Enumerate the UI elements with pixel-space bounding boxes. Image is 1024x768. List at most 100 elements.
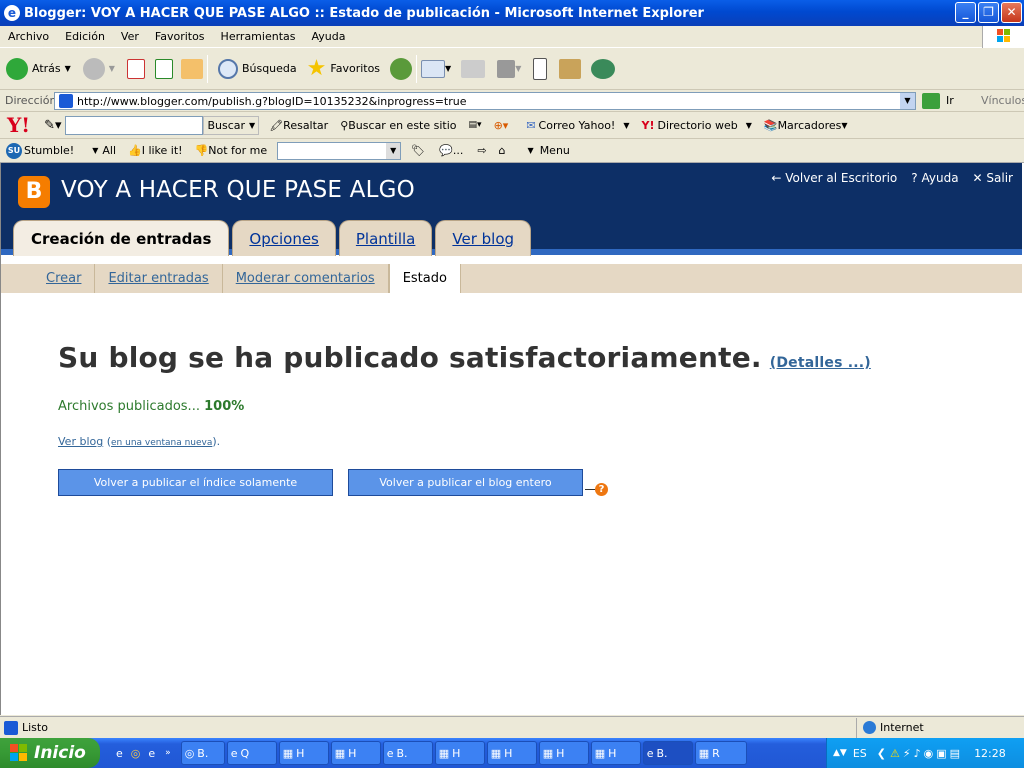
menu-edicion[interactable]: Edición (57, 30, 113, 43)
task-item-active[interactable]: e B. (642, 741, 693, 765)
home-icon[interactable] (180, 58, 203, 79)
windows-flag-icon (10, 744, 27, 761)
help-link[interactable]: ? Ayuda (911, 171, 958, 185)
yahoo-search-button[interactable]: Buscar ▼ (203, 115, 260, 135)
yahoo-mail-button[interactable]: Correo Yahoo! (539, 119, 616, 132)
like-button[interactable]: I like it! (142, 144, 183, 157)
address-input[interactable]: http://www.blogger.com/publish.g?blogID=… (54, 92, 916, 110)
print-icon[interactable] (461, 59, 486, 78)
envelope-icon: ✉ (526, 118, 536, 132)
clock[interactable]: 12:28 (974, 747, 1006, 760)
site-search-button[interactable]: Buscar en este sitio (348, 119, 456, 132)
forward-button[interactable]: ▼ (82, 57, 115, 80)
task-item[interactable]: ▦ H (590, 741, 641, 765)
task-item[interactable]: ▦ R (694, 741, 747, 765)
refresh-icon[interactable] (154, 58, 173, 79)
contacts-icon[interactable] (591, 58, 616, 79)
republish-all-button[interactable]: Volver a publicar el blog entero (348, 469, 583, 496)
tab-view-blog[interactable]: Ver blog (435, 220, 532, 256)
antispy-icon[interactable]: ⊕▾ (494, 119, 509, 132)
subnav-crear[interactable]: Crear (33, 264, 96, 293)
directory-button[interactable]: Directorio web (657, 119, 737, 132)
menu-button[interactable]: Menu (540, 144, 570, 157)
page-status-icon (4, 720, 18, 735)
maximize-button[interactable]: ❐ (978, 2, 999, 23)
tab-template[interactable]: Plantilla (338, 220, 433, 256)
tag-select[interactable]: ▼ (277, 141, 402, 160)
messenger-icon[interactable] (533, 57, 548, 80)
history-icon[interactable] (390, 57, 413, 80)
address-dropdown-icon[interactable]: ▼ (900, 93, 915, 109)
subnav-moderar[interactable]: Moderar comentarios (223, 264, 389, 293)
task-item[interactable]: ▦ H (538, 741, 589, 765)
new-window-link[interactable]: en una ventana nueva (111, 438, 212, 448)
tray-network-icon[interactable]: ⚡ (903, 747, 911, 760)
details-link[interactable]: (Detalles ...) (770, 355, 871, 371)
back-button[interactable]: Atrás ▼ (6, 57, 71, 80)
task-item[interactable]: ▦ H (278, 741, 329, 765)
search-button[interactable]: Búsqueda (217, 58, 297, 79)
quicklaunch-more-icon[interactable]: » (165, 748, 171, 758)
subnav-estado[interactable]: Estado (388, 264, 461, 293)
task-item[interactable]: ▦ H (434, 741, 485, 765)
star-icon: ★ (306, 56, 327, 81)
send-icon[interactable]: ⇨ (477, 144, 486, 157)
tray-scroll-icon[interactable]: ▲▼ (833, 748, 847, 758)
stumble-button[interactable]: Stumble! (24, 144, 74, 157)
warning-icon[interactable]: ⚠ (890, 747, 900, 760)
tray-arrow-icon[interactable]: ❮ (877, 747, 886, 760)
stop-icon[interactable] (126, 58, 145, 79)
favorites-button[interactable]: ★ Favoritos (307, 56, 380, 81)
task-item[interactable]: e B. (382, 741, 433, 765)
quicklaunch-clock-icon[interactable]: ◎ (131, 747, 141, 760)
go-button[interactable]: Ir (922, 92, 954, 109)
signout-link[interactable]: ✕ Salir (973, 171, 1013, 185)
tab-settings[interactable]: Opciones (232, 220, 336, 256)
form-icon[interactable]: ▤▾ (469, 120, 482, 130)
tag-icon[interactable]: 🏷 (411, 144, 425, 157)
quicklaunch-ie-icon[interactable]: e (116, 747, 123, 760)
tray-app-icon[interactable]: ▣ (936, 747, 946, 760)
yahoo-search-input[interactable] (65, 115, 204, 135)
mail-icon[interactable] (421, 59, 446, 78)
tray-antivirus-icon[interactable]: ◉ (924, 747, 934, 760)
yahoo-logo-icon[interactable]: Y! (7, 113, 30, 137)
task-item[interactable]: eQ (226, 741, 277, 765)
task-item[interactable]: ▦ H (330, 741, 381, 765)
tab-posting[interactable]: Creación de entradas (13, 220, 230, 256)
pencil-icon[interactable]: ✎▾ (44, 118, 61, 133)
blogger-logo-icon[interactable]: B (18, 176, 50, 208)
close-button[interactable]: ✕ (1001, 2, 1022, 23)
address-bar: Dirección http://www.blogger.com/publish… (0, 90, 1024, 112)
task-item[interactable]: ◎ B. (180, 741, 225, 765)
quicklaunch-ie2-icon[interactable]: e (148, 747, 155, 760)
comment-icon[interactable]: 💬 (439, 144, 453, 157)
ie-window: e Blogger: VOY A HACER QUE PASE ALGO :: … (0, 0, 1024, 768)
back-to-dashboard-link[interactable]: ← Volver al Escritorio (771, 171, 897, 185)
ie-icon: e (4, 5, 20, 21)
yahoo-toolbar: Y! ✎▾ Buscar ▼ 🖍 Resaltar ⚲ Buscar en este … (0, 112, 1024, 139)
menu-ver[interactable]: Ver (113, 30, 147, 43)
minimize-button[interactable]: _ (955, 2, 976, 23)
view-blog-link[interactable]: Ver blog (58, 435, 103, 448)
tray-volume-icon[interactable]: ♪ (914, 747, 921, 760)
language-indicator[interactable]: ES (853, 747, 867, 760)
edit-icon[interactable] (497, 59, 516, 78)
links-label[interactable]: Vínculos (981, 94, 1024, 107)
subnav-editar[interactable]: Editar entradas (95, 264, 223, 293)
research-icon[interactable] (559, 58, 582, 79)
help-question-icon[interactable]: ? (595, 483, 608, 496)
task-item[interactable]: ▦ H (486, 741, 537, 765)
menu-favoritos[interactable]: Favoritos (147, 30, 213, 43)
republish-index-button[interactable]: Volver a publicar el índice solamente (58, 469, 333, 496)
menu-ayuda[interactable]: Ayuda (303, 30, 353, 43)
menu-archivo[interactable]: Archivo (0, 30, 57, 43)
all-dropdown[interactable]: All (102, 144, 116, 157)
highlight-button[interactable]: Resaltar (283, 119, 328, 132)
tray-monitor-icon[interactable]: ▤ (950, 747, 960, 760)
menu-herramientas[interactable]: Herramientas (213, 30, 304, 43)
not-for-me-button[interactable]: Not for me (208, 144, 267, 157)
home-su-icon[interactable]: ⌂ (499, 144, 506, 157)
start-button[interactable]: Inicio (0, 738, 100, 768)
bookmarks-button[interactable]: Marcadores (778, 119, 842, 132)
